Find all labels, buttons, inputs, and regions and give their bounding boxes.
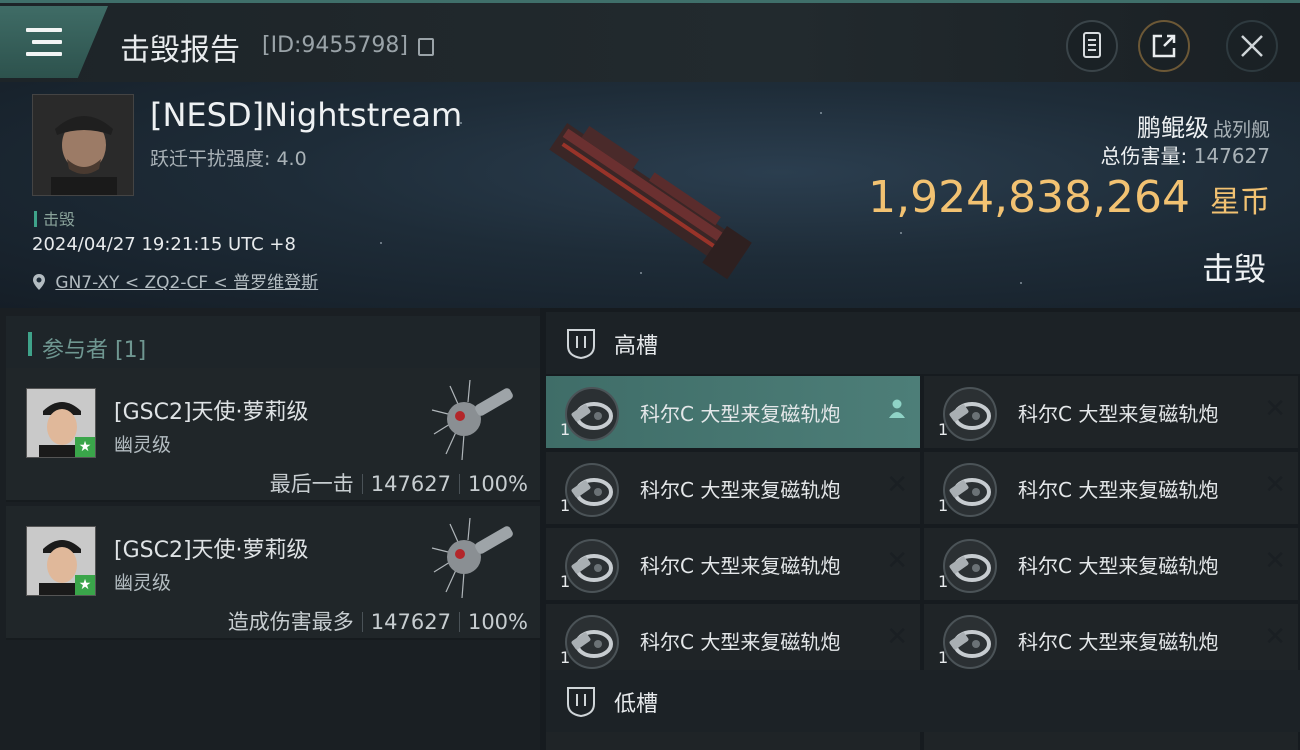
participant-ship: 幽灵级 [114,572,172,594]
warp-strength: 跃迁干扰强度: 4.0 [150,148,307,170]
low-slot-header: 低槽 [546,670,1300,732]
module-quantity: 1 [560,496,571,515]
participants-panel: 参与者 [1] ★ [GSC2]天使·萝莉级 幽灵级 最后一击 147627 1… [0,308,540,750]
module-quantity: 1 [938,648,949,667]
railgun-icon [562,384,622,444]
railgun-icon [562,612,622,672]
module-row[interactable]: 1 科尔C 大型来复磁轨炮 ✕ [924,376,1298,448]
participant-ship: 幽灵级 [114,434,172,456]
copy-icon[interactable] [418,38,434,56]
victim-portrait[interactable] [32,94,134,196]
menu-icon [26,28,62,58]
railgun-icon [562,536,622,596]
share-icon [1152,34,1176,58]
railgun-icon [940,536,1000,596]
module-name: 科尔C 大型来复磁轨炮 [1018,478,1219,502]
participant-stats: 造成伤害最多 147627 100% [227,610,528,634]
user-icon[interactable] [888,398,906,420]
destroyed-icon: ✕ [886,546,908,576]
menu-button[interactable] [0,6,108,78]
ship-class: 鹏鲲级 战列舰 [1136,114,1270,142]
destroyed-icon: ✕ [1264,470,1286,500]
participant-ship-image [431,517,513,599]
participant-row[interactable]: ★ [GSC2]天使·萝莉级 幽灵级 造成伤害最多 147627 100% [6,506,540,640]
destroyed-icon: ✕ [1264,546,1286,576]
participant-row[interactable]: ★ [GSC2]天使·萝莉级 幽灵级 最后一击 147627 100% [6,368,540,502]
module-row[interactable]: 1 科尔C 大型来复磁轨炮 ✕ [924,452,1298,524]
module-name: 科尔C 大型来复磁轨炮 [640,554,841,578]
module-name: 科尔C 大型来复磁轨炮 [640,478,841,502]
star-icon: ★ [75,437,95,457]
participant-stats: 最后一击 147627 100% [269,472,528,496]
low-slot-icon [567,687,595,718]
destroyed-icon: ✕ [886,470,908,500]
module-quantity: 1 [560,420,571,439]
module-name: 科尔C 大型来复磁轨炮 [640,402,841,426]
module-row[interactable]: 1 科尔C 大型来复磁轨炮 ✕ [546,604,920,676]
participant-avatar[interactable]: ★ [26,526,96,596]
module-quantity: 1 [938,420,949,439]
railgun-icon [940,612,1000,672]
top-bar: 击毁报告 [ID:9455798] [0,0,1300,82]
kill-location[interactable]: GN7-XY < ZQ2-CF < 普罗维登斯 [32,268,318,293]
module-name: 科尔C 大型来复磁轨炮 [1018,554,1219,578]
low-slot-module[interactable] [546,732,920,750]
module-name: 科尔C 大型来复磁轨炮 [640,630,841,654]
module-name: 科尔C 大型来复磁轨炮 [1018,402,1219,426]
railgun-icon [940,460,1000,520]
railgun-icon [940,384,1000,444]
page-title: 击毁报告 [120,33,240,68]
module-row[interactable]: 1 科尔C 大型来复磁轨炮 [546,376,920,448]
module-quantity: 1 [938,496,949,515]
module-row[interactable]: 1 科尔C 大型来复磁轨炮 ✕ [546,452,920,524]
result-label: 击毁 [1201,250,1266,288]
module-row[interactable]: 1 科尔C 大型来复磁轨炮 ✕ [924,528,1298,600]
module-quantity: 1 [938,572,949,591]
module-row[interactable]: 1 科尔C 大型来复磁轨炮 ✕ [924,604,1298,676]
victim-ship-image [549,123,752,280]
fitting-panel: 高槽 1 科尔C 大型来复磁轨炮 1 科尔C 大型来复磁轨炮 ✕ 1 科尔C 大型来复磁轨炮… [540,308,1300,750]
report-id: [ID:9455798] [262,33,408,58]
total-damage: 总伤害量: 147627 [1100,144,1270,168]
participant-ship-image [431,379,513,461]
destroyed-icon: ✕ [1264,394,1286,424]
high-slot-header: 高槽 [546,312,1300,374]
module-quantity: 1 [560,648,571,667]
participant-name[interactable]: [GSC2]天使·萝莉级 [114,532,309,564]
destroyed-icon: ✕ [886,622,908,652]
module-name: 科尔C 大型来复磁轨炮 [1018,630,1219,654]
low-slot-module[interactable] [924,732,1298,750]
module-row[interactable]: 1 科尔C 大型来复磁轨炮 ✕ [546,528,920,600]
share-button[interactable] [1138,20,1190,72]
high-slot-icon [567,329,595,360]
close-button[interactable] [1226,20,1278,72]
location-pin-icon [33,274,45,290]
railgun-icon [562,460,622,520]
close-icon [1241,35,1263,57]
participants-header: 参与者 [1] [6,316,540,372]
clipboard-button[interactable] [1066,20,1118,72]
isk-value: 1,924,838,264 星币 [868,172,1270,223]
victim-name[interactable]: [NESD]Nightstream [150,96,462,134]
status-label: 击毁 [34,206,75,230]
kill-timestamp: 2024/04/27 19:21:15 UTC +8 [32,234,296,255]
victim-header: [NESD]Nightstream 跃迁干扰强度: 4.0 击毁 2024/04… [0,82,1300,308]
clipboard-icon [1083,32,1101,58]
star-icon: ★ [75,575,95,595]
participant-name[interactable]: [GSC2]天使·萝莉级 [114,394,309,426]
destroyed-icon: ✕ [1264,622,1286,652]
module-quantity: 1 [560,572,571,591]
participant-avatar[interactable]: ★ [26,388,96,458]
